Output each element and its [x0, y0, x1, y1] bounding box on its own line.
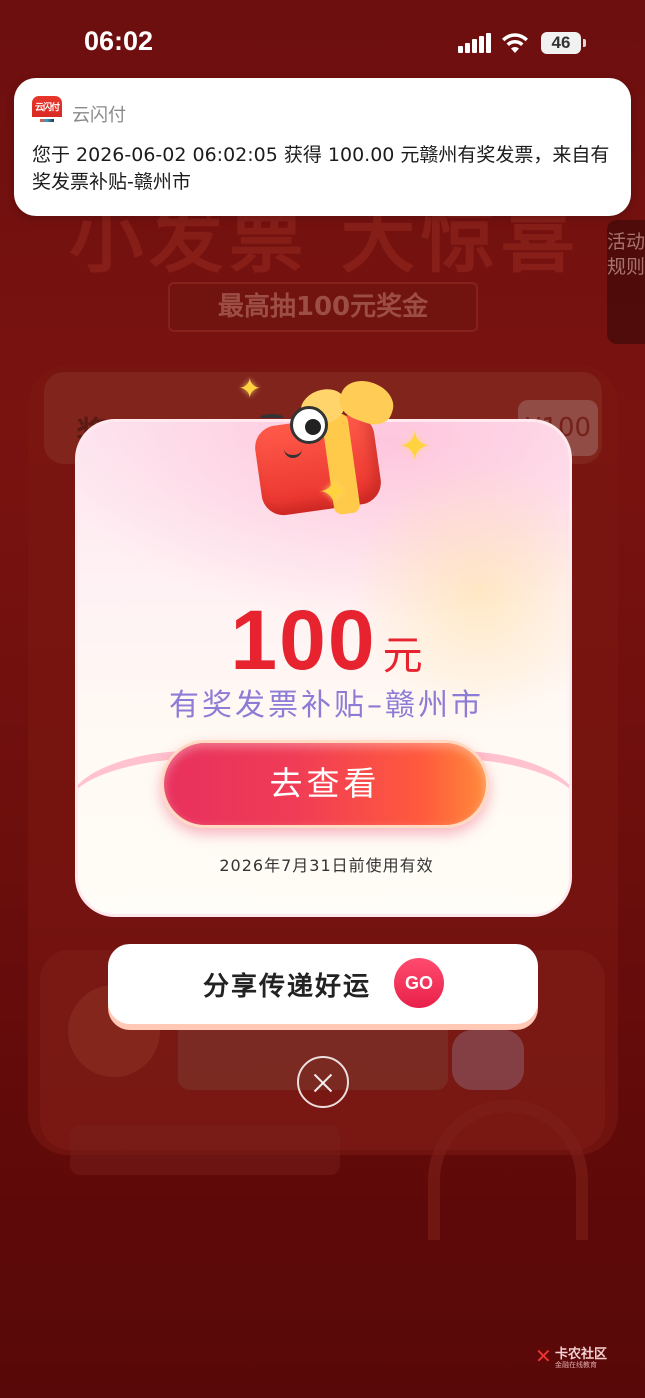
sparkle-star-icon: ✦	[238, 372, 262, 405]
share-label: 分享传递好运	[203, 972, 372, 1002]
sparkle-star-icon: ✦	[398, 424, 432, 470]
status-time: 06:02	[84, 26, 154, 56]
amount-unit: 元	[382, 633, 423, 679]
notification-app-name: 云闪付	[72, 105, 126, 126]
watermark-subtitle: 金融在线教育	[555, 1361, 597, 1369]
status-bar: 06:02 46	[0, 0, 645, 88]
unionpay-app-icon: 云闪付	[32, 96, 62, 126]
watermark-icon: ✕	[535, 1344, 552, 1368]
wifi-icon	[502, 33, 528, 53]
validity-note: 2026年7月31日前使用有效	[219, 856, 434, 875]
battery-tip	[583, 39, 586, 47]
watermark-logo: ✕ 卡农社区 金融在线教育	[535, 1343, 615, 1373]
view-button[interactable]: 去查看	[161, 740, 489, 828]
sparkle-star-icon: ✦	[318, 470, 350, 514]
notification-body: 您于 2026-06-02 06:02:05 获得 100.00 元赣州有奖发票…	[32, 144, 610, 193]
cellular-signal-icon	[458, 33, 492, 53]
battery-indicator: 46	[541, 32, 581, 54]
reward-amount: 100 元	[78, 592, 569, 689]
push-notification[interactable]: 云闪付 云闪付 您于 2026-06-02 06:02:05 获得 100.00…	[14, 78, 631, 216]
amount-value: 100	[230, 593, 377, 687]
go-badge: GO	[394, 958, 444, 1008]
share-luck-button[interactable]: 分享传递好运 GO	[108, 944, 538, 1024]
close-icon[interactable]	[297, 1056, 349, 1108]
subsidy-name: 有奖发票补贴–赣州市	[169, 688, 484, 723]
